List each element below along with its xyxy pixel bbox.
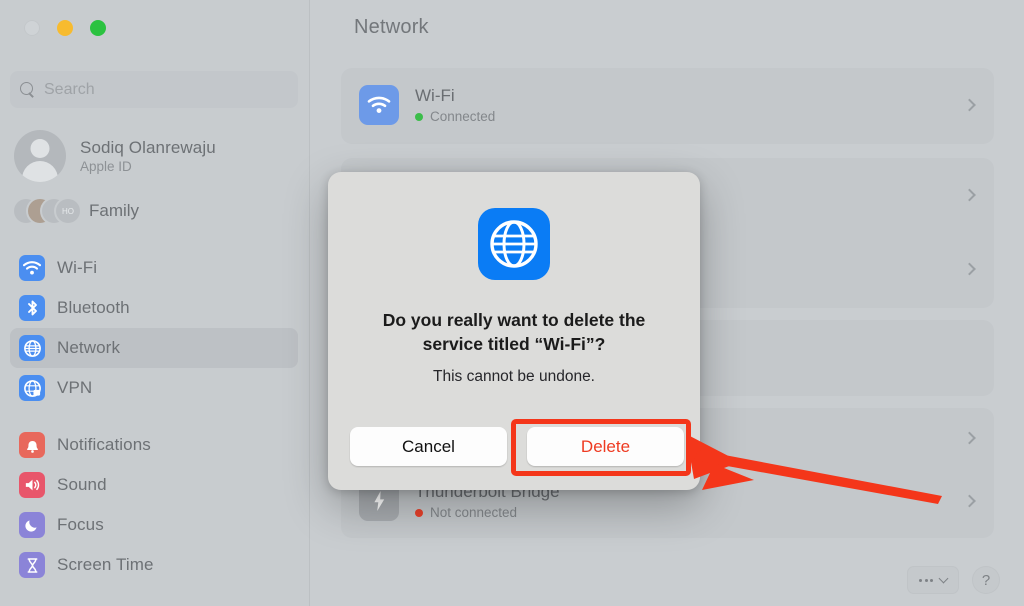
sidebar-group-system: Notifications Sound Focus Screen Time xyxy=(10,425,298,585)
sidebar-item-label: Focus xyxy=(57,515,104,534)
ellipsis-icon xyxy=(919,578,933,582)
delete-button[interactable]: Delete xyxy=(527,427,684,466)
hourglass-icon xyxy=(19,552,45,578)
sidebar-item-sound[interactable]: Sound xyxy=(10,465,298,505)
sidebar-item-notifications[interactable]: Notifications xyxy=(10,425,298,465)
status-dot xyxy=(415,508,423,517)
moon-icon xyxy=(19,512,45,538)
help-button[interactable]: ? xyxy=(972,566,1000,594)
sidebar-item-label: Notifications xyxy=(57,435,151,454)
sidebar-group-connectivity: Wi-Fi Bluetooth Network VPN xyxy=(10,248,298,408)
minimize-window-button[interactable] xyxy=(57,20,73,36)
avatar xyxy=(14,130,66,182)
system-settings-window: Sodiq Olanrewaju Apple ID HO Family xyxy=(0,0,1024,606)
sidebar-item-bluetooth[interactable]: Bluetooth xyxy=(10,288,298,328)
sidebar-item-focus[interactable]: Focus xyxy=(10,505,298,545)
family-avatars: HO xyxy=(14,197,80,225)
family-avatar: HO xyxy=(56,199,80,223)
bottom-controls: ? xyxy=(907,566,1000,594)
delete-service-dialog: Do you really want to delete the service… xyxy=(328,172,700,490)
window-traffic-lights xyxy=(24,20,106,36)
account-name: Sodiq Olanrewaju xyxy=(80,138,216,157)
sidebar-item-wifi[interactable]: Wi-Fi xyxy=(10,248,298,288)
speaker-icon xyxy=(19,472,45,498)
bluetooth-icon xyxy=(19,295,45,321)
more-options-button[interactable] xyxy=(907,566,959,594)
status-label: Connected xyxy=(430,109,496,124)
chevron-right-icon[interactable] xyxy=(963,262,976,276)
dialog-buttons: Cancel Delete xyxy=(350,427,684,466)
sidebar-item-label: Sound xyxy=(57,475,107,494)
account-subtitle: Apple ID xyxy=(80,159,132,174)
service-row-wifi[interactable]: Wi-Fi Connected xyxy=(341,68,994,142)
close-window-button[interactable] xyxy=(24,20,40,36)
page-title: Network xyxy=(354,16,429,38)
sidebar-item-label: VPN xyxy=(57,378,93,397)
sidebar-item-apple-id[interactable]: Sodiq Olanrewaju Apple ID xyxy=(14,128,296,184)
network-service-card: Wi-Fi Connected xyxy=(341,68,994,144)
sidebar-item-network[interactable]: Network xyxy=(10,328,298,368)
wifi-icon xyxy=(19,255,45,281)
chevron-right-icon[interactable] xyxy=(963,188,976,202)
search-input[interactable] xyxy=(44,80,274,99)
bell-icon xyxy=(19,432,45,458)
sidebar-item-label: Bluetooth xyxy=(57,298,130,317)
globe-icon xyxy=(478,208,550,280)
service-status: Connected xyxy=(415,109,495,124)
dialog-message: This cannot be undone. xyxy=(432,368,595,386)
sidebar-item-family[interactable]: HO Family xyxy=(14,192,296,230)
wifi-icon xyxy=(359,85,399,125)
globe-icon xyxy=(19,335,45,361)
sidebar-item-label: Network xyxy=(57,338,121,357)
sidebar-item-screen-time[interactable]: Screen Time xyxy=(10,545,298,585)
cancel-button[interactable]: Cancel xyxy=(350,427,507,466)
search-field[interactable] xyxy=(10,71,298,108)
sidebar: Sodiq Olanrewaju Apple ID HO Family xyxy=(0,0,310,606)
service-name: Wi-Fi xyxy=(415,86,455,105)
sidebar-item-label: Wi-Fi xyxy=(57,258,98,277)
status-dot xyxy=(415,112,423,121)
search-icon xyxy=(20,82,35,97)
service-status: Not connected xyxy=(415,505,560,520)
chevron-down-icon xyxy=(938,573,949,583)
status-label: Not connected xyxy=(430,505,518,520)
chevron-right-icon[interactable] xyxy=(963,98,976,112)
dialog-title: Do you really want to delete the service… xyxy=(382,310,646,355)
vpn-globe-icon xyxy=(19,375,45,401)
chevron-right-icon[interactable] xyxy=(963,431,976,445)
sidebar-item-label: Family xyxy=(89,201,140,220)
sidebar-item-label: Screen Time xyxy=(57,555,154,574)
maximize-window-button[interactable] xyxy=(90,20,106,36)
chevron-right-icon[interactable] xyxy=(963,494,976,508)
sidebar-item-vpn[interactable]: VPN xyxy=(10,368,298,408)
